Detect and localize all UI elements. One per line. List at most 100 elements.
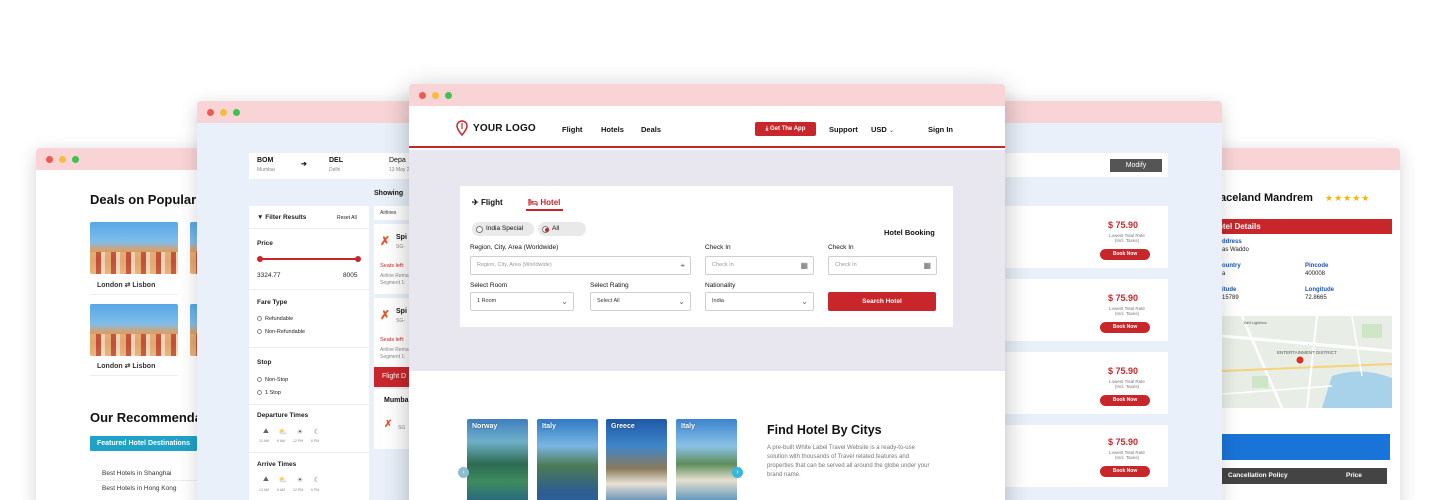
refundable-option[interactable]: Refundable bbox=[257, 316, 293, 322]
checkout-input[interactable]: Check In ▦ bbox=[828, 256, 937, 275]
carousel-prev-icon[interactable]: ‹ bbox=[458, 467, 469, 478]
reset-all-link[interactable]: Reset All bbox=[337, 215, 357, 221]
time-slot-icon[interactable]: ⛰ bbox=[259, 428, 273, 436]
destination-city: Delhi bbox=[329, 167, 341, 173]
get-the-app-button[interactable]: ⤓ Get The App bbox=[755, 122, 816, 136]
mumbai-label: Mumba bbox=[384, 397, 409, 404]
region-placeholder: Region, City, Area (Worldwide) bbox=[477, 262, 552, 268]
airline-remark: Airline Rema bbox=[380, 273, 409, 279]
rating-select[interactable]: Select All ⌄ bbox=[590, 292, 691, 311]
flight-code: SG- bbox=[396, 244, 405, 250]
price-note: Lowest Total Rate (Incl. Taxes) bbox=[1109, 306, 1145, 316]
price-note: Lowest Total Rate (Incl. Taxes) bbox=[1109, 233, 1145, 243]
deal-route[interactable]: London ⇄ Lisbon bbox=[97, 362, 155, 370]
carousel-next-icon[interactable]: › bbox=[732, 467, 743, 478]
nav-hotels[interactable]: Hotels bbox=[601, 125, 624, 134]
nationality-select[interactable]: India ⌄ bbox=[705, 292, 814, 311]
country-label: ountry bbox=[1222, 263, 1241, 269]
flight-code: SG bbox=[398, 425, 406, 431]
minimize-dot-icon[interactable] bbox=[432, 92, 439, 99]
tab-hotel[interactable]: 🛏 Hotel bbox=[528, 198, 560, 207]
close-dot-icon[interactable] bbox=[207, 109, 214, 116]
onestop-option[interactable]: 1 Stop bbox=[257, 390, 281, 396]
close-dot-icon[interactable] bbox=[419, 92, 426, 99]
modify-button[interactable]: Modify bbox=[1110, 159, 1162, 172]
city-card-norway[interactable]: Norway bbox=[467, 419, 528, 500]
city-card-italy[interactable]: Italy bbox=[676, 419, 737, 500]
minimize-dot-icon[interactable] bbox=[220, 109, 227, 116]
checkin-label: Check In bbox=[705, 244, 731, 251]
location-map[interactable]: ENTERTAINMENT DISTRICT Bell Lightbox bbox=[1222, 316, 1392, 408]
filter-icon: ▼ bbox=[257, 214, 264, 221]
price-header: Price bbox=[1346, 472, 1362, 479]
deal-image[interactable] bbox=[90, 304, 178, 356]
hotel-link[interactable]: Best Hotels in Shanghai bbox=[102, 470, 171, 477]
checkout-label: Check In bbox=[828, 244, 854, 251]
radio-icon bbox=[257, 390, 262, 396]
region-input[interactable]: Region, City, Area (Worldwide) ⌖ bbox=[470, 256, 691, 275]
price-min-handle[interactable] bbox=[257, 256, 263, 262]
time-slot-icon[interactable]: ☾ bbox=[310, 428, 324, 436]
longitude-value: 72.8665 bbox=[1305, 295, 1327, 301]
filter-panel: ▼ Filter Results Reset All Price 3324.77… bbox=[249, 206, 369, 500]
maximize-dot-icon[interactable] bbox=[445, 92, 452, 99]
filter-title-text: Filter Results bbox=[265, 214, 307, 221]
india-special-label: India Special bbox=[486, 225, 524, 232]
price-slider[interactable] bbox=[260, 258, 358, 260]
book-now-button[interactable]: Book Now bbox=[1100, 466, 1150, 477]
search-hotel-button[interactable]: Search Hotel bbox=[828, 292, 936, 311]
chevron-down-icon: ⌄ bbox=[888, 128, 894, 134]
airline-remark: Airline Rema bbox=[380, 347, 409, 353]
deal-route[interactable]: London ⇄ Lisbon bbox=[97, 281, 155, 289]
currency-selector[interactable]: USD ⌄ bbox=[871, 125, 894, 134]
calendar-icon: ▦ bbox=[800, 261, 808, 270]
time-slot-icon[interactable]: ⛅ bbox=[276, 428, 290, 436]
all-option[interactable]: All bbox=[538, 222, 586, 236]
time-slot-icon[interactable]: ⛅ bbox=[276, 476, 290, 484]
segment-label: Segment 1: bbox=[380, 354, 406, 360]
maximize-dot-icon[interactable] bbox=[72, 156, 79, 163]
longitude-label: Longitude bbox=[1305, 287, 1334, 293]
book-now-button[interactable]: Book Now bbox=[1100, 395, 1150, 406]
nonrefundable-text: Non-Refundable bbox=[265, 329, 306, 335]
all-label: All bbox=[552, 225, 560, 232]
time-slot-icon[interactable]: ☀ bbox=[293, 428, 307, 436]
price-max: 8005 bbox=[343, 272, 358, 279]
nav-support[interactable]: Support bbox=[829, 125, 858, 134]
deal-image[interactable] bbox=[90, 222, 178, 274]
time-slot-icon[interactable]: ☀ bbox=[293, 476, 307, 484]
nonstop-option[interactable]: Non-Stop bbox=[257, 377, 288, 383]
tab-flight[interactable]: ✈ Flight bbox=[472, 198, 503, 207]
nav-flight[interactable]: Flight bbox=[562, 125, 582, 134]
time-slot-icon[interactable]: ⛰ bbox=[259, 476, 273, 484]
search-panel: ✈ Flight 🛏 Hotel India Special All Hotel… bbox=[460, 186, 953, 327]
airlines-label: Airlines bbox=[380, 210, 397, 216]
book-now-button[interactable]: Book Now bbox=[1100, 322, 1150, 333]
location-icon: ⌖ bbox=[680, 261, 685, 270]
site-logo[interactable]: YOUR LOGO bbox=[473, 123, 536, 134]
checkin-input[interactable]: Check In ▦ bbox=[705, 256, 814, 275]
calendar-icon: ▦ bbox=[923, 261, 931, 270]
sign-in-link[interactable]: Sign In bbox=[928, 125, 953, 134]
download-icon: ⤓ bbox=[765, 126, 769, 132]
close-dot-icon[interactable] bbox=[46, 156, 53, 163]
city-card-greece[interactable]: Greece bbox=[606, 419, 667, 500]
book-now-button[interactable]: Book Now bbox=[1100, 249, 1150, 260]
price-max-handle[interactable] bbox=[355, 256, 361, 262]
minimize-dot-icon[interactable] bbox=[59, 156, 66, 163]
time-slot-icon[interactable]: ☾ bbox=[310, 476, 324, 484]
india-special-option[interactable]: India Special bbox=[472, 222, 534, 236]
segment-label: Segment 1: bbox=[380, 280, 406, 286]
divider bbox=[249, 228, 369, 229]
featured-hotels-tab[interactable]: Featured Hotel Destinations bbox=[90, 436, 197, 451]
onestop-text: 1 Stop bbox=[265, 390, 281, 396]
city-card-italy[interactable]: Italy bbox=[537, 419, 598, 500]
hotel-link[interactable]: Best Hotels in Hong Kong bbox=[102, 485, 176, 492]
room-select[interactable]: 1 Room ⌄ bbox=[470, 292, 574, 311]
hotel-price: $ 75.90 bbox=[1108, 366, 1139, 376]
maximize-dot-icon[interactable] bbox=[233, 109, 240, 116]
airline-logo-icon: ✗ bbox=[384, 419, 393, 430]
nav-deals[interactable]: Deals bbox=[641, 125, 661, 134]
nonrefundable-option[interactable]: Non-Refundable bbox=[257, 329, 305, 335]
cancellation-policy-header: Cancellation Policy bbox=[1228, 472, 1288, 479]
